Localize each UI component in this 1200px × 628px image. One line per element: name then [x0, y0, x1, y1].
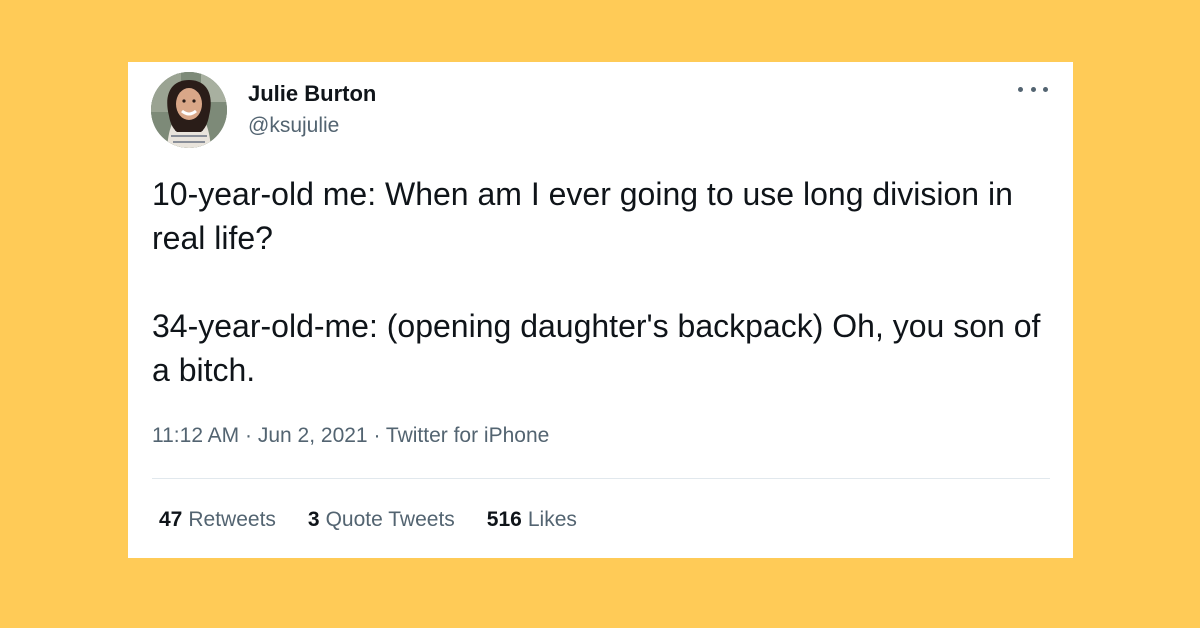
- meta-separator: ·: [373, 424, 386, 447]
- tweet-source[interactable]: Twitter for iPhone: [386, 424, 549, 447]
- quote-tweets-label: Quote Tweets: [325, 508, 455, 531]
- tweet-text: 10-year-old me: When am I ever going to …: [152, 172, 1052, 392]
- tweet-date[interactable]: Jun 2, 2021: [258, 424, 368, 447]
- likes-label: Likes: [527, 508, 577, 531]
- more-dot: [1030, 86, 1036, 92]
- more-dot: [1043, 86, 1048, 92]
- divider: [152, 478, 1050, 479]
- more-horizontal-icon[interactable]: [1018, 78, 1048, 100]
- tweet-paragraph: 10-year-old me: When am I ever going to …: [152, 176, 1013, 256]
- quote-tweets-count: 3: [307, 508, 320, 531]
- author-handle[interactable]: @ksujulie: [248, 114, 339, 138]
- tweet-time[interactable]: 11:12 AM: [152, 424, 239, 447]
- author-name[interactable]: Julie Burton: [248, 81, 376, 107]
- meta-separator: ·: [245, 424, 258, 447]
- retweets-count: 47: [159, 508, 183, 531]
- likes-stat[interactable]: 516 Likes: [487, 508, 577, 532]
- likes-count: 516: [486, 508, 522, 531]
- tweet-stats: 47 Retweets 3 Quote Tweets 516 Likes: [159, 508, 609, 532]
- avatar[interactable]: [151, 72, 227, 148]
- retweets-stat[interactable]: 47 Retweets: [159, 508, 276, 532]
- avatar-image: [151, 72, 227, 148]
- tweet-paragraph: 34-year-old-me: (opening daughter's back…: [152, 308, 1041, 388]
- tweet-card: Julie Burton @ksujulie 10-year-old me: W…: [128, 62, 1073, 558]
- retweets-label: Retweets: [188, 508, 276, 531]
- quote-tweets-stat[interactable]: 3 Quote Tweets: [308, 508, 455, 532]
- tweet-meta: 11:12 AM · Jun 2, 2021 · Twitter for iPh…: [152, 424, 549, 448]
- more-dot: [1018, 86, 1023, 92]
